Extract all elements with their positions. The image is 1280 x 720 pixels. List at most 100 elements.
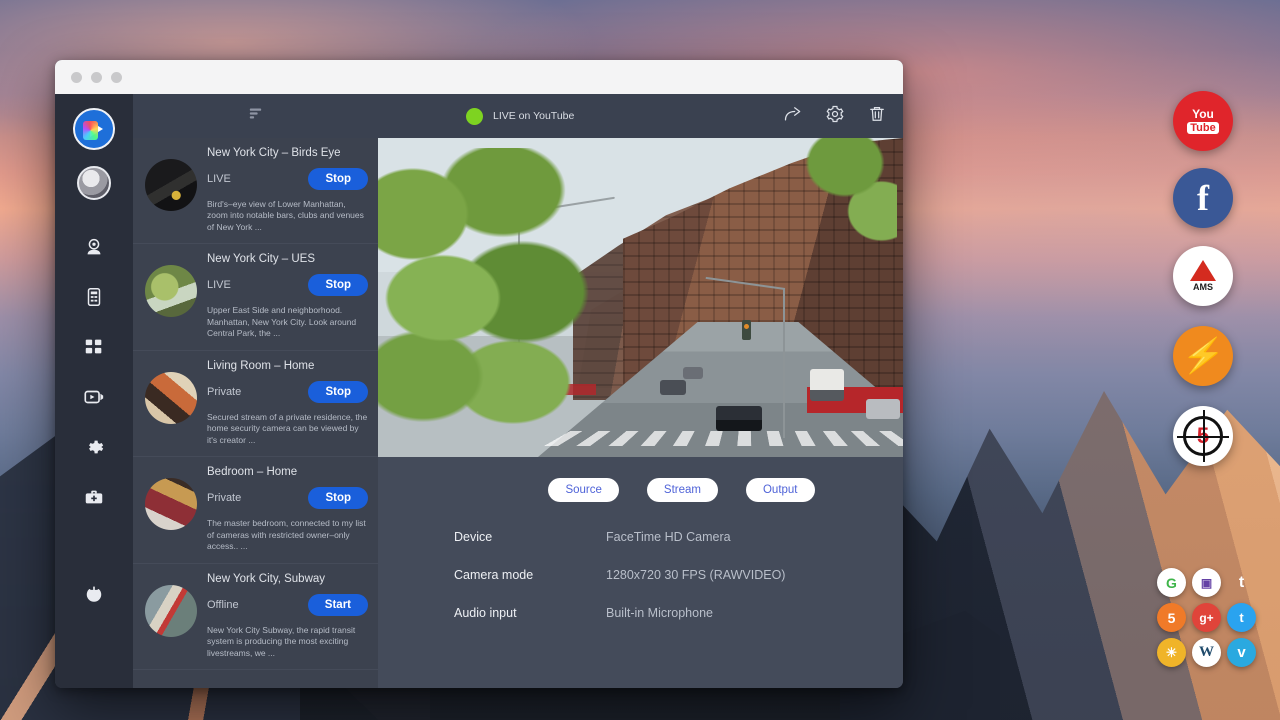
- camera-description: Secured stream of a private residence, t…: [207, 412, 368, 446]
- camera-status: Private: [207, 386, 241, 398]
- dock-adobe-ams-icon[interactable]: AMS: [1173, 246, 1233, 306]
- adobe-a-icon: [1190, 260, 1216, 281]
- desktop-background: New York City – Birds Eye LIVE Stop Bird…: [0, 0, 1280, 720]
- camera-list-item[interactable]: New York City – Birds Eye LIVE Stop Bird…: [133, 138, 378, 244]
- window-maximize-button[interactable]: [111, 72, 122, 83]
- camera-description: Upper East Side and neighborhood. Manhat…: [207, 305, 368, 339]
- sidebar-item-broadcast[interactable]: [81, 384, 107, 410]
- window-titlebar: [55, 60, 903, 94]
- camera-description: Bird's–eye view of Lower Manhattan, zoom…: [207, 199, 368, 233]
- preview-traffic-signal: [742, 320, 751, 340]
- info-row: Camera mode 1280x720 30 FPS (RAWVIDEO): [454, 568, 903, 582]
- sort-icon[interactable]: [247, 105, 264, 127]
- dock-googleplus-icon[interactable]: g+: [1192, 603, 1221, 632]
- camera-list-item[interactable]: Living Room – Home Private Stop Secured …: [133, 351, 378, 457]
- camera-list-item[interactable]: Bedroom – Home Private Stop The master b…: [133, 457, 378, 563]
- dock-wordpress-icon[interactable]: W: [1192, 638, 1221, 667]
- dock-facebook-icon[interactable]: f: [1173, 168, 1233, 228]
- dock-twitter-icon[interactable]: t: [1227, 603, 1256, 632]
- camera-title: Bedroom – Home: [207, 466, 368, 478]
- camera-status: Offline: [207, 599, 239, 611]
- camera-title: New York City, Subway: [207, 573, 368, 585]
- camera-action-button[interactable]: Stop: [308, 381, 368, 403]
- sidebar-item-camera[interactable]: [81, 234, 107, 260]
- window-minimize-button[interactable]: [91, 72, 102, 83]
- live-status-label: LIVE on YouTube: [493, 110, 574, 122]
- preview-vehicle: [660, 380, 686, 395]
- info-row: Device FaceTime HD Camera: [454, 530, 903, 544]
- info-value[interactable]: Built-in Microphone: [606, 606, 713, 620]
- main-toolbar: LIVE on YouTube: [378, 94, 903, 138]
- live-indicator-dot: [466, 108, 483, 125]
- info-label: Camera mode: [454, 568, 606, 582]
- info-value[interactable]: 1280x720 30 FPS (RAWVIDEO): [606, 568, 785, 582]
- preview-trees-left: [378, 148, 608, 448]
- sidebar-item-toolkit[interactable]: [81, 484, 107, 510]
- info-row: Audio input Built-in Microphone: [454, 606, 903, 620]
- settings-tabs: Source Stream Output: [378, 457, 903, 502]
- preview-streetlamp: [783, 288, 785, 438]
- main-panel: LIVE on YouTube: [378, 94, 903, 688]
- camera-status: LIVE: [207, 173, 231, 185]
- video-preview[interactable]: [378, 138, 903, 457]
- camera-title: Living Room – Home: [207, 360, 368, 372]
- camera-action-button[interactable]: Start: [308, 594, 368, 616]
- tab-source[interactable]: Source: [548, 478, 618, 502]
- camera-status: Private: [207, 492, 241, 504]
- camera-thumbnail: [145, 585, 197, 637]
- dock-five-icon[interactable]: 5: [1173, 406, 1233, 466]
- camera-action-button[interactable]: Stop: [308, 487, 368, 509]
- camera-list: New York City – Birds Eye LIVE Stop Bird…: [133, 138, 378, 688]
- dock-youtube-top-text: You: [1192, 108, 1214, 120]
- user-avatar[interactable]: [77, 166, 111, 200]
- camera-thumbnail: [145, 265, 197, 317]
- app-window: New York City – Birds Eye LIVE Stop Bird…: [55, 60, 903, 688]
- app-logo[interactable]: [73, 108, 115, 150]
- camera-thumbnail: [145, 372, 197, 424]
- trash-icon[interactable]: [867, 104, 887, 129]
- camera-action-button[interactable]: Stop: [308, 274, 368, 296]
- info-value[interactable]: FaceTime HD Camera: [606, 530, 731, 544]
- window-close-button[interactable]: [71, 72, 82, 83]
- list-toolbar: [133, 94, 378, 138]
- dock-twitch-icon[interactable]: ▣: [1192, 568, 1221, 597]
- camera-thumbnail: [145, 478, 197, 530]
- sidebar-item-document[interactable]: [81, 284, 107, 310]
- info-label: Device: [454, 530, 606, 544]
- add-camera-button[interactable]: + Add Camera: [133, 670, 378, 688]
- sidebar-item-settings[interactable]: [81, 434, 107, 460]
- camera-description: New York City Subway, the rapid transit …: [207, 625, 368, 659]
- camera-thumbnail: [145, 159, 197, 211]
- camera-list-item[interactable]: New York City – UES LIVE Stop Upper East…: [133, 244, 378, 350]
- gear-icon[interactable]: [825, 104, 845, 129]
- camera-list-panel: New York City – Birds Eye LIVE Stop Bird…: [133, 94, 378, 688]
- dock-grasshopper-icon[interactable]: G: [1157, 568, 1186, 597]
- dock-adobe-label: AMS: [1193, 282, 1213, 292]
- preview-vehicle: [810, 369, 844, 401]
- camera-description: The master bedroom, connected to my list…: [207, 518, 368, 552]
- sidebar-rail: [55, 94, 133, 688]
- lightning-bolt-icon: ⚡: [1179, 339, 1226, 373]
- logo-hue: [83, 121, 98, 140]
- info-label: Audio input: [454, 606, 606, 620]
- dock-five-mini-icon[interactable]: 5: [1157, 603, 1186, 632]
- dock-five-label: 5: [1183, 416, 1223, 456]
- tab-stream[interactable]: Stream: [647, 478, 718, 502]
- dock-wowza-icon[interactable]: ⚡: [1173, 326, 1233, 386]
- dock-tumblr-icon[interactable]: t: [1227, 568, 1256, 597]
- camera-title: New York City – UES: [207, 253, 368, 265]
- preview-vehicle: [683, 367, 703, 379]
- camera-action-button[interactable]: Stop: [308, 168, 368, 190]
- camera-title: New York City – Birds Eye: [207, 147, 368, 159]
- share-icon[interactable]: [783, 104, 803, 129]
- sidebar-item-grid[interactable]: [81, 334, 107, 360]
- camera-status: LIVE: [207, 279, 231, 291]
- camera-list-item[interactable]: New York City, Subway Offline Start New …: [133, 564, 378, 670]
- live-status: LIVE on YouTube: [466, 108, 574, 125]
- tab-output[interactable]: Output: [746, 478, 815, 502]
- dock-vimeo-icon[interactable]: v: [1227, 638, 1256, 667]
- dock-youtube-icon[interactable]: You Tube: [1173, 91, 1233, 151]
- sidebar-item-power[interactable]: [81, 582, 107, 608]
- dock-sun-icon[interactable]: ☀: [1157, 638, 1186, 667]
- dock-youtube-bottom-text: Tube: [1187, 122, 1218, 134]
